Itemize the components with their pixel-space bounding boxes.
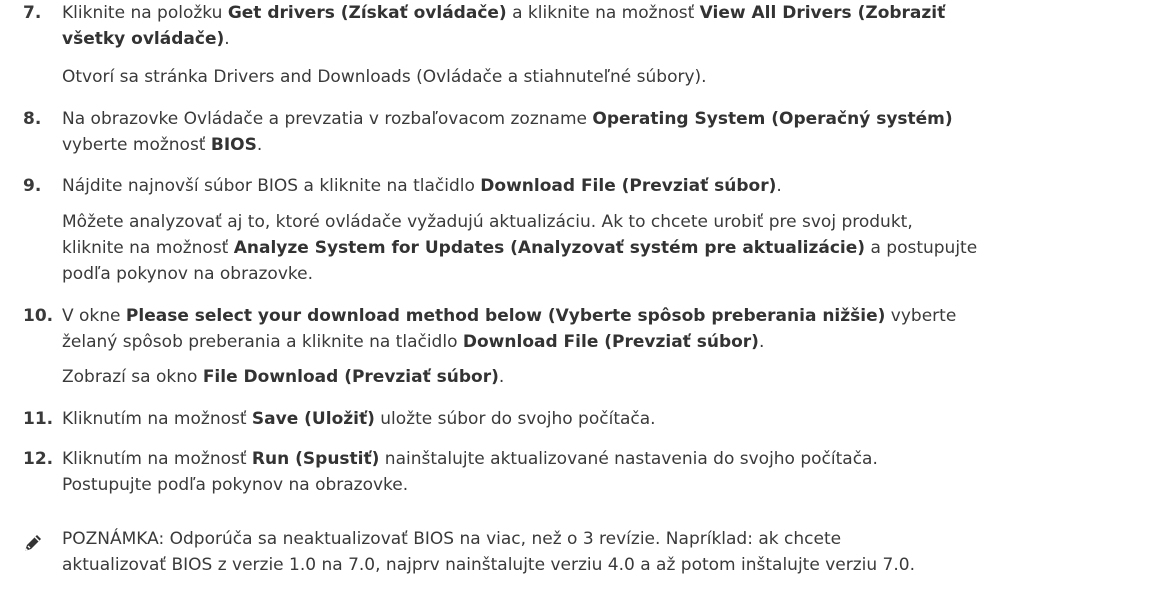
- bold-text: Analyze System for Updates (Analyzovať s…: [233, 238, 866, 258]
- step-number: 8.: [23, 109, 42, 129]
- step-line: vyberte možnosť BIOS.: [62, 132, 1158, 158]
- bold-text: Please select your download method below…: [125, 306, 886, 326]
- bold-text: Download File (Prevziať súbor): [462, 332, 759, 352]
- text-run: Nájdite najnovší súbor BIOS a kliknite n…: [62, 176, 481, 196]
- text-run: nainštalujte aktualizované nastavenia do…: [379, 449, 878, 469]
- step-number: 10.: [23, 306, 54, 326]
- text-run: aktualizovať BIOS z verzie 1.0 na 7.0, n…: [62, 555, 915, 575]
- note-line: POZNÁMKA: Odporúča sa neaktualizovať BIO…: [62, 526, 915, 552]
- text-run: vyberte možnosť: [62, 135, 211, 155]
- step-line: všetky ovládače).: [62, 26, 1158, 52]
- step-line: Kliknutím na možnosť Save (Uložiť) uložt…: [62, 406, 1158, 432]
- step-line: Postupujte podľa pokynov na obrazovke.: [62, 472, 1158, 498]
- text-run: želaný spôsob preberania a kliknite na t…: [62, 332, 463, 352]
- text-run: a postupujte: [865, 238, 978, 258]
- text-run: vyberte: [885, 306, 957, 326]
- text-run: a kliknite na možnosť: [506, 3, 700, 23]
- text-run: Postupujte podľa pokynov na obrazovke.: [62, 475, 409, 495]
- step-number: 12.: [23, 449, 54, 469]
- note-label: POZNÁMKA:: [62, 529, 165, 549]
- text-run: Kliknutím na možnosť: [62, 409, 252, 429]
- step-line: Zobrazí sa okno File Download (Prevziať …: [62, 364, 1158, 390]
- step-line: želaný spôsob preberania a kliknite na t…: [62, 329, 1158, 355]
- text-run: Kliknutím na možnosť: [62, 449, 252, 469]
- text-run: .: [776, 176, 782, 196]
- text-run: uložte súbor do svojho počítača.: [374, 409, 656, 429]
- step-line: Nájdite najnovší súbor BIOS a kliknite n…: [62, 173, 1158, 199]
- text-run: Otvorí sa stránka Drivers and Downloads …: [62, 67, 707, 87]
- step-number: 9.: [23, 176, 42, 196]
- bold-text: BIOS: [210, 135, 257, 155]
- bold-text: Run (Spustiť): [251, 449, 380, 469]
- step-line: podľa pokynov na obrazovke.: [62, 261, 1158, 287]
- bold-text: View All Drivers (Zobraziť: [699, 3, 946, 23]
- text-run: kliknite na možnosť: [62, 238, 234, 258]
- text-run: Kliknite na položku: [62, 3, 228, 23]
- step-line: Otvorí sa stránka Drivers and Downloads …: [62, 64, 1158, 90]
- text-run: .: [498, 367, 505, 387]
- step-line: Môžete analyzovať aj to, ktoré ovládače …: [62, 209, 1158, 235]
- text-run: podľa pokynov na obrazovke.: [62, 264, 313, 284]
- bold-text: Operating System (Operačný systém): [592, 109, 953, 129]
- bold-text: File Download (Prevziať súbor): [202, 367, 499, 387]
- bold-text: Save (Uložiť): [251, 409, 375, 429]
- text-run: Na obrazovke Ovládače a prevzatia v rozb…: [62, 109, 593, 129]
- text-run: Môžete analyzovať aj to, ktoré ovládače …: [62, 212, 913, 232]
- pencil-icon: [22, 532, 44, 554]
- text-run: Zobrazí sa okno: [62, 367, 203, 387]
- step-number: 7.: [23, 3, 42, 23]
- bold-text: všetky ovládače): [62, 29, 225, 49]
- step-line: V okne Please select your download metho…: [62, 303, 1158, 329]
- step-line: Na obrazovke Ovládače a prevzatia v rozb…: [62, 106, 1158, 132]
- note-text: POZNÁMKA: Odporúča sa neaktualizovať BIO…: [62, 526, 915, 578]
- text-run: Odporúča sa neaktualizovať BIOS na viac,…: [164, 529, 842, 549]
- bold-text: Download File (Prevziať súbor): [480, 176, 777, 196]
- note-line: aktualizovať BIOS z verzie 1.0 na 7.0, n…: [62, 552, 915, 578]
- step-line: Kliknite na položku Get drivers (Získať …: [62, 0, 1158, 26]
- text-run: .: [256, 135, 263, 155]
- text-run: .: [758, 332, 765, 352]
- text-run: V okne: [62, 306, 126, 326]
- text-run: .: [224, 29, 230, 49]
- step-number: 11.: [23, 409, 54, 429]
- step-line: kliknite na možnosť Analyze System for U…: [62, 235, 1158, 261]
- step-line: Kliknutím na možnosť Run (Spustiť) nainš…: [62, 446, 1158, 472]
- bold-text: Get drivers (Získať ovládače): [227, 3, 507, 23]
